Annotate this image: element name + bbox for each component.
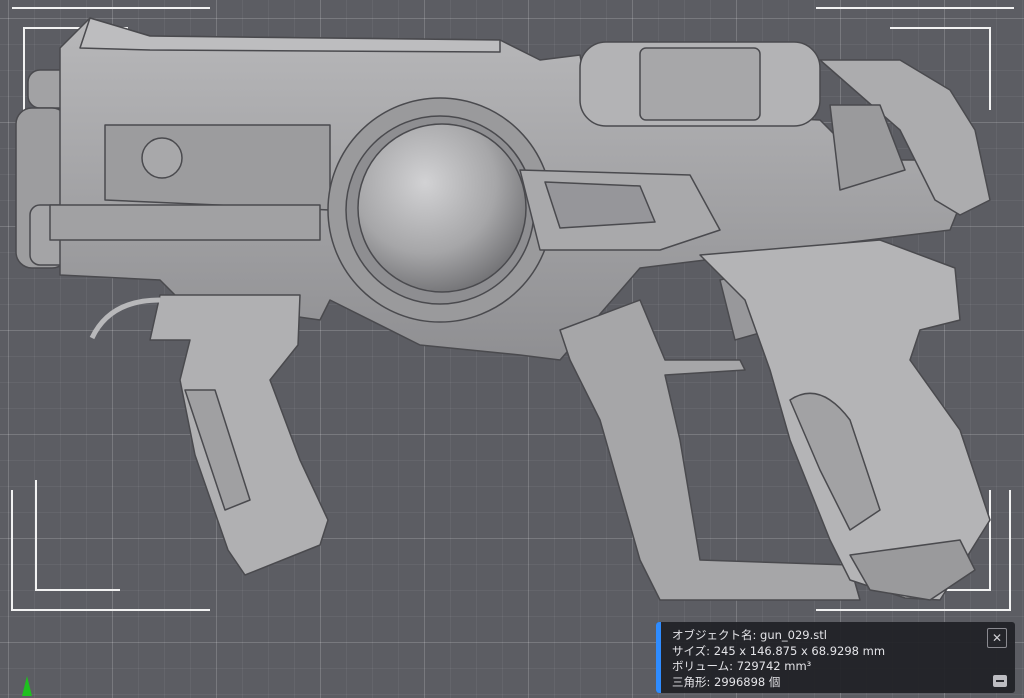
triangles-label: 三角形: — [672, 674, 711, 689]
minimize-icon[interactable] — [993, 675, 1007, 687]
volume-label: ボリューム: — [672, 659, 734, 673]
object-name-label: オブジェクト名: — [672, 628, 757, 642]
gun-model-render[interactable] — [0, 0, 1024, 698]
volume-row: ボリューム: 729742 mm³ — [672, 659, 885, 675]
size-value: 245 x 146.875 x 68.9298 mm — [713, 643, 886, 658]
object-info-panel: オブジェクト名: gun_029.stl サイズ: 245 x 146.875 … — [656, 622, 1015, 693]
object-name-row: オブジェクト名: gun_029.stl — [672, 628, 885, 644]
3d-viewport[interactable]: オブジェクト名: gun_029.stl サイズ: 245 x 146.875 … — [0, 0, 1024, 698]
triangles-value: 2996898 個 — [714, 674, 781, 689]
front-grip — [149, 294, 329, 576]
volume-value: 729742 mm³ — [736, 659, 812, 673]
triangles-row: 三角形: 2996898 個 — [672, 675, 885, 691]
close-icon[interactable]: ✕ — [987, 628, 1007, 648]
size-row: サイズ: 245 x 146.875 x 68.9298 mm — [672, 644, 885, 660]
axis-arrow-icon — [22, 676, 32, 696]
panel-accent-bar — [656, 622, 661, 693]
energy-sphere — [357, 123, 527, 293]
size-label: サイズ: — [672, 643, 711, 658]
object-name-value: gun_029.stl — [760, 628, 827, 642]
